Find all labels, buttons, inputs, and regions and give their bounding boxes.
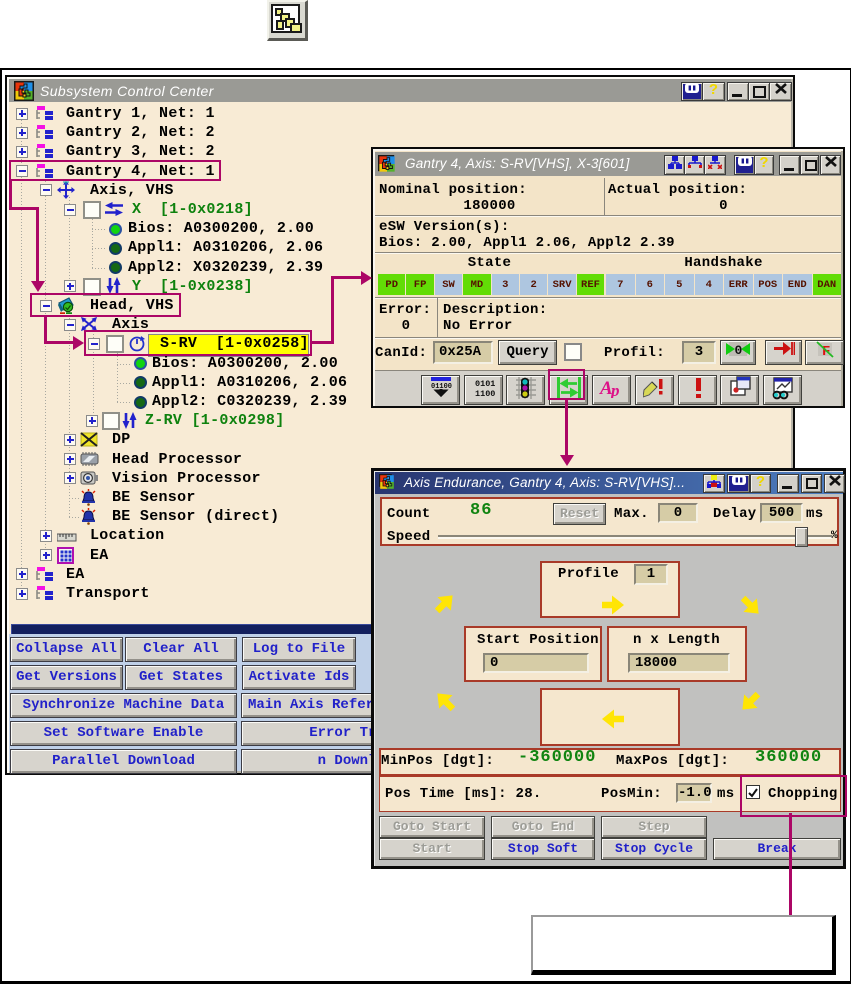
svg-text:p: p bbox=[609, 381, 620, 398]
svg-text:0101: 0101 bbox=[475, 379, 495, 389]
svg-text:1100: 1100 bbox=[475, 389, 495, 399]
svg-text:0: 0 bbox=[735, 343, 743, 357]
